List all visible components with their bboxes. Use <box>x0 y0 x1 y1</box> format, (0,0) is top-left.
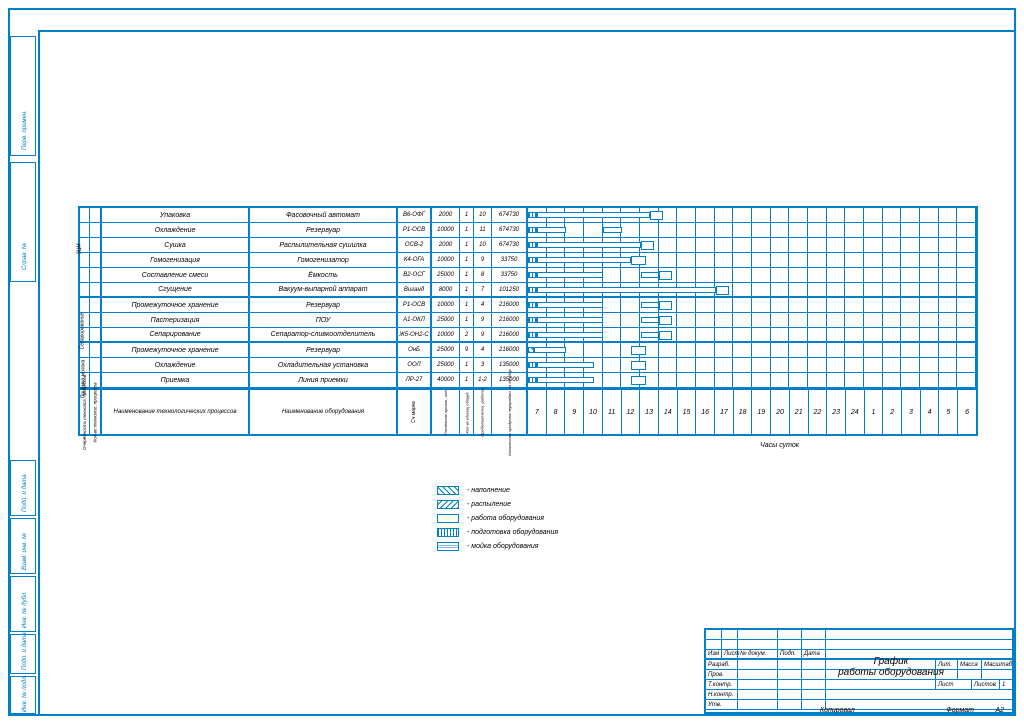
gantt-bar <box>631 376 646 385</box>
chart-row: Гомогенизация Гомогенизатор К4-ОГА 10000… <box>78 253 976 268</box>
gantt-bar <box>528 332 537 338</box>
gantt-bar <box>603 227 622 233</box>
gantt-bar <box>641 332 660 338</box>
gantt-bar <box>537 212 650 218</box>
footer-format: Формат <box>946 707 974 714</box>
gantt-bar <box>528 272 537 278</box>
legend-text: - наполнение <box>467 487 510 494</box>
gantt-bar <box>631 346 646 355</box>
gantt-bar <box>528 317 537 323</box>
gantt-bar <box>537 302 603 308</box>
legend-swatch <box>437 542 459 551</box>
gantt-bar <box>528 227 537 233</box>
binding-label: Инв. № дубл. <box>22 591 28 628</box>
gantt-bar <box>650 211 663 220</box>
gantt-bar <box>537 287 715 293</box>
gantt-bar <box>528 362 537 368</box>
chart-header: Очерёдность технолог. процессов Кол-во т… <box>78 388 976 436</box>
legend-text: - распыление <box>467 501 511 508</box>
gantt-bar <box>659 301 672 310</box>
group-label-1: ЗЦМ <box>76 244 82 255</box>
gantt-bar <box>641 241 654 250</box>
legend-text: - подготовка оборудования <box>467 529 558 536</box>
group-label-3: Приёмка молока <box>80 360 86 399</box>
binding-label: Инв. № подл. <box>22 675 28 712</box>
gantt-bar <box>631 256 646 265</box>
gantt-bar <box>537 377 593 383</box>
gantt-bar <box>528 287 537 293</box>
legend-text: - мойка оборудования <box>467 543 539 550</box>
gantt-bar <box>641 302 660 308</box>
chart-row: Сепарирование Сепаратор-сливкоотделитель… <box>78 328 976 343</box>
binding-label: Справ. № <box>22 243 28 270</box>
gantt-bar <box>528 257 537 263</box>
binding-label: Перв. примен. <box>22 110 28 150</box>
gantt-bar <box>528 212 537 218</box>
footer-copied: Копировал <box>820 707 855 714</box>
legend-swatch <box>437 528 459 537</box>
binding-label: Подп. и дата <box>22 632 28 670</box>
chart-row: Сушка Распылительная сушилка ОСВ-2 2000 … <box>78 238 976 253</box>
x-axis-label: Часы суток <box>760 442 799 449</box>
gantt-bar <box>537 242 640 248</box>
gantt-bar <box>528 377 537 383</box>
gantt-bar <box>528 302 537 308</box>
binding-label: Взам. инв. № <box>22 533 28 570</box>
gantt-bar <box>537 257 631 263</box>
legend-text: - работа оборудования <box>467 515 544 522</box>
chart-row: Приемка Линия приемки ЛР-27 40000 1 1-2 … <box>78 373 976 388</box>
gantt-bar <box>534 347 566 353</box>
chart-row: Пастеризация ПОУ А1-ОКЛ 25000 1 9 216000 <box>78 313 976 328</box>
gantt-bar <box>659 316 672 325</box>
gantt-chart: Упаковка Фасовочный автомат В6-ОФГ 2000 … <box>78 206 978 436</box>
chart-row: Составление смеси Ёмкость В2-ОСГ 25000 1… <box>78 268 976 283</box>
gantt-bar <box>716 286 729 295</box>
gantt-bar <box>641 272 660 278</box>
chart-row: Промежуточное хранение Резервуар Р1-ОСВ … <box>78 298 976 313</box>
chart-row: Промежуточное хранение Резервуар ОнБ 250… <box>78 343 976 358</box>
footer-format-val: А2 <box>995 707 1004 714</box>
gantt-bar <box>537 272 603 278</box>
gantt-bar <box>537 332 603 338</box>
drawing-title: График работы оборудования <box>836 656 946 678</box>
binding-label: Подп. и дата <box>22 474 28 512</box>
gantt-bar <box>659 331 672 340</box>
legend-swatch <box>437 486 459 495</box>
chart-row: Охлаждение Резервуар Р1-ОСВ 10000 1 11 6… <box>78 223 976 238</box>
legend-swatch <box>437 500 459 509</box>
gantt-bar <box>537 362 593 368</box>
chart-row: Сгущение Вакуум-выпарной аппарат Виганд … <box>78 283 976 298</box>
chart-row: Охлаждение Охладительная установка ООЛ 2… <box>78 358 976 373</box>
gantt-bar <box>537 227 565 233</box>
legend: - наполнение - распыление - работа обору… <box>437 486 558 556</box>
title-block: Изм Лист № докум. Подп. Дата Разраб. Лит… <box>704 628 1014 714</box>
chart-row: Упаковка Фасовочный автомат В6-ОФГ 2000 … <box>78 208 976 223</box>
gantt-bar <box>631 361 646 370</box>
legend-swatch <box>437 514 459 523</box>
gantt-bar <box>528 242 537 248</box>
group-label-2: Сепарирование <box>79 313 85 350</box>
gantt-bar <box>659 271 672 280</box>
gantt-bar <box>641 317 660 323</box>
gantt-bar <box>537 317 603 323</box>
